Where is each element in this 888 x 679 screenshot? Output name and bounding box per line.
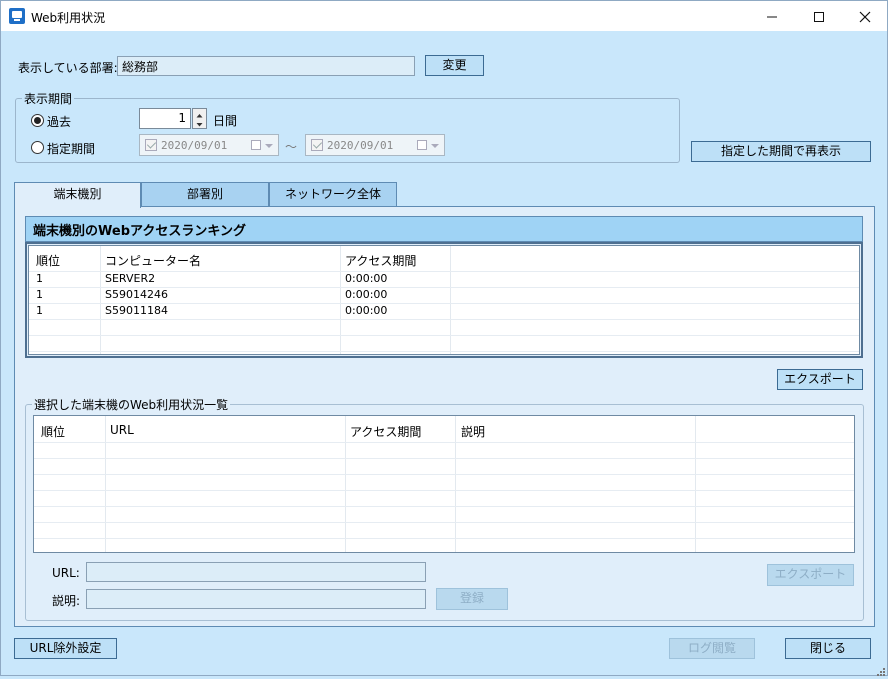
table-row-rank[interactable]: 1	[36, 272, 43, 285]
from-date-picker[interactable]: 2020/09/01	[139, 134, 279, 156]
tab-department[interactable]: 部署別	[141, 182, 269, 206]
column-header-duration[interactable]: アクセス期間	[345, 252, 416, 269]
table-row-computer[interactable]: S59011184	[105, 304, 168, 317]
specified-label: 指定期間	[47, 142, 96, 156]
detail-export-button[interactable]: エクスポート	[767, 564, 854, 586]
close-window-button[interactable]	[842, 1, 888, 32]
ranking-grid[interactable]: 順位 コンピューター名 アクセス期間 1 SERVER2 0:00:00 1 S…	[28, 245, 860, 355]
past-label: 過去	[47, 115, 72, 129]
app-icon	[9, 8, 25, 24]
to-date-picker[interactable]: 2020/09/01	[305, 134, 445, 156]
tab-terminal[interactable]: 端末機別	[14, 182, 141, 208]
spin-down-icon[interactable]	[193, 119, 206, 128]
past-days-input[interactable]: 1	[139, 108, 191, 129]
log-view-button[interactable]: ログ閲覧	[669, 638, 755, 659]
table-row-duration[interactable]: 0:00:00	[345, 288, 387, 301]
column-header-description[interactable]: 説明	[461, 423, 485, 440]
chevron-down-icon	[265, 144, 273, 148]
minimize-icon	[767, 16, 777, 18]
specified-radio[interactable]	[31, 141, 44, 154]
table-row-rank[interactable]: 1	[36, 288, 43, 301]
chevron-down-icon	[431, 144, 439, 148]
column-header-rank[interactable]: 順位	[36, 252, 60, 269]
url-exclusion-button[interactable]: URL除外設定	[14, 638, 117, 659]
from-date-checkbox[interactable]	[145, 139, 157, 151]
url-input[interactable]	[86, 562, 426, 582]
table-row-computer[interactable]: S59014246	[105, 288, 168, 301]
register-button[interactable]: 登録	[436, 588, 508, 610]
period-legend: 表示期間	[22, 90, 75, 107]
redisplay-button[interactable]: 指定した期間で再表示	[691, 141, 871, 162]
maximize-icon	[814, 12, 824, 22]
to-date-value: 2020/09/01	[327, 139, 394, 152]
ranking-title: 端末機別のWebアクセスランキング	[25, 216, 863, 242]
maximize-button[interactable]	[796, 1, 842, 32]
title-bar: Web利用状況	[0, 0, 888, 31]
description-input[interactable]	[86, 589, 426, 609]
minimize-button[interactable]	[749, 1, 795, 32]
calendar-icon	[251, 140, 261, 150]
past-unit-label: 日間	[213, 114, 238, 128]
description-label: 説明:	[52, 594, 81, 608]
range-separator: ～	[285, 140, 298, 154]
url-label: URL:	[52, 566, 80, 580]
ranking-export-button[interactable]: エクスポート	[777, 369, 863, 390]
resize-grip-icon[interactable]	[877, 665, 885, 676]
change-department-button[interactable]: 変更	[425, 55, 484, 76]
table-row-duration[interactable]: 0:00:00	[345, 272, 387, 285]
column-header-rank[interactable]: 順位	[41, 423, 65, 440]
close-icon	[859, 11, 871, 23]
column-header-computer[interactable]: コンピューター名	[105, 252, 201, 269]
calendar-icon	[417, 140, 427, 150]
window-title: Web利用状況	[31, 11, 106, 25]
from-date-value: 2020/09/01	[161, 139, 228, 152]
table-row-rank[interactable]: 1	[36, 304, 43, 317]
close-button[interactable]: 閉じる	[785, 638, 871, 659]
column-header-duration[interactable]: アクセス期間	[350, 423, 421, 440]
to-date-checkbox[interactable]	[311, 139, 323, 151]
table-row-computer[interactable]: SERVER2	[105, 272, 155, 285]
department-field: 総務部	[117, 56, 415, 76]
detail-grid[interactable]: 順位 URL アクセス期間 説明	[33, 415, 855, 553]
spin-up-icon[interactable]	[193, 109, 206, 118]
past-radio[interactable]	[31, 114, 44, 127]
column-header-url[interactable]: URL	[110, 423, 134, 437]
past-days-spinner[interactable]	[192, 108, 207, 129]
tab-network[interactable]: ネットワーク全体	[269, 182, 397, 206]
department-label: 表示している部署:	[18, 61, 118, 75]
table-row-duration[interactable]: 0:00:00	[345, 304, 387, 317]
detail-legend: 選択した端末機のWeb利用状況一覧	[32, 396, 231, 413]
